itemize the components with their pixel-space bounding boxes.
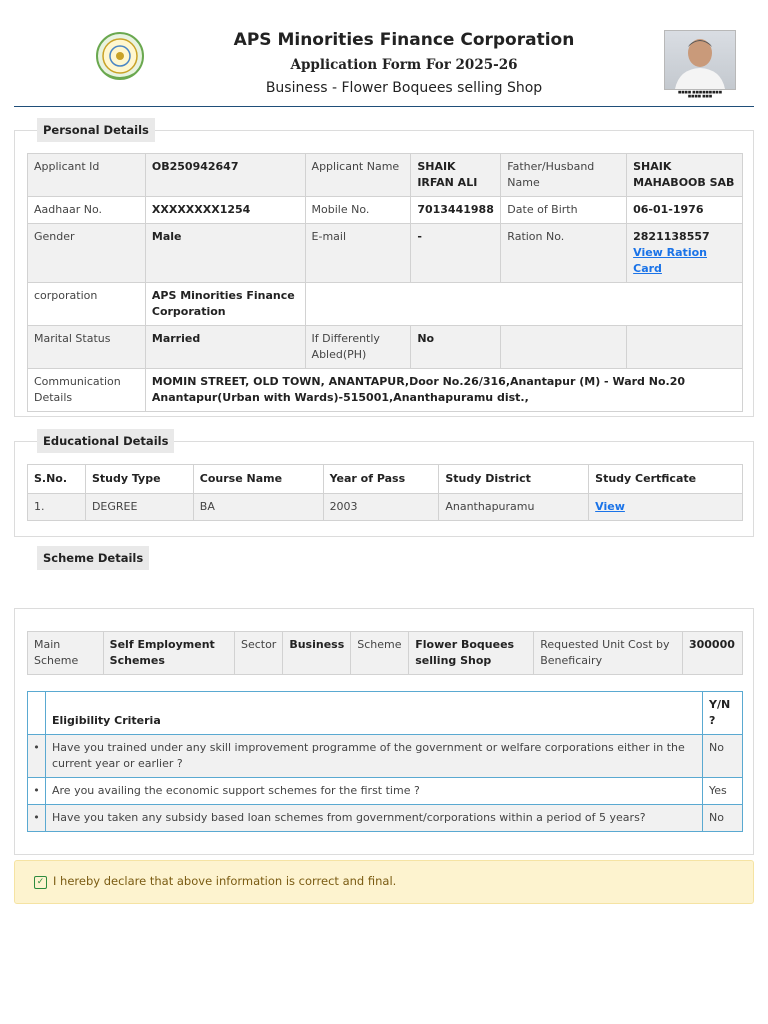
eligibility-table: Eligibility Criteria Y/N ? • Have you tr… (27, 691, 743, 832)
column-header: Study District (438, 464, 590, 494)
gender-label: Gender (27, 223, 146, 283)
scheme-label: Scheme (350, 631, 410, 675)
applicant-id-value: OB250942647 (144, 153, 306, 197)
bullet-header (27, 691, 46, 735)
bullet: • (27, 777, 46, 805)
view-certificate-link[interactable]: View (595, 500, 625, 513)
aadhaar-value: XXXXXXXX1254 (144, 196, 306, 224)
corporation-label: corporation (27, 282, 146, 326)
column-header: Year of Pass (322, 464, 440, 494)
marital-status-label: Marital Status (27, 325, 146, 369)
table-header-row: S.No. Study Type Course Name Year of Pas… (27, 464, 743, 494)
eligibility-answer: Yes (702, 777, 743, 805)
photo-caption: ■■■■ ■■■■■■■■■ ■■■■ ■■■ (677, 90, 723, 98)
sector-value: Business (282, 631, 352, 675)
year-of-pass-cell: 2003 (322, 493, 440, 521)
corporation-value: APS Minorities Finance Corporation (144, 282, 306, 326)
eligibility-question: Are you availing the economic support sc… (45, 777, 703, 805)
educational-details-panel: Educational Details S.No. Study Type Cou… (14, 429, 754, 537)
main-scheme-value: Self Employment Schemes (102, 631, 235, 675)
form-subtitle: Application Form For 2025-26 (290, 57, 518, 73)
ration-cell: 2821138557 View Ration Card (626, 223, 743, 283)
aadhaar-label: Aadhaar No. (27, 196, 146, 224)
empty-cell (304, 282, 744, 326)
mobile-label: Mobile No. (304, 196, 412, 224)
table-row: Main Scheme Self Employment Schemes Sect… (27, 631, 744, 675)
table-row: • Have you taken any subsidy based loan … (27, 804, 743, 832)
yn-header: Y/N ? (702, 691, 743, 735)
eligibility-question: Have you trained under any skill improve… (45, 734, 703, 778)
table-row: Marital Status Married If Differently Ab… (27, 325, 743, 369)
eligibility-answer: No (702, 734, 743, 778)
scheme-line: Business - Flower Boquees selling Shop (265, 80, 543, 96)
table-row: 1. DEGREE BA 2003 Ananthapuramu View (27, 493, 743, 521)
table-row: corporation APS Minorities Finance Corpo… (27, 282, 744, 326)
marital-status-value: Married (144, 325, 306, 369)
sector-label: Sector (233, 631, 284, 675)
declaration-box: ✓ I hereby declare that above informatio… (14, 860, 754, 904)
applicant-id-label: Applicant Id (27, 153, 146, 197)
ration-value: 2821138557 (633, 230, 710, 243)
column-header: Study Type (84, 464, 194, 494)
scheme-details-panel: Main Scheme Self Employment Schemes Sect… (14, 608, 754, 855)
scheme-value: Flower Boquees selling Shop (408, 631, 535, 675)
unit-cost-label: Requested Unit Cost by Beneficairy (533, 631, 683, 675)
communication-value: MOMIN STREET, OLD TOWN, ANANTAPUR,Door N… (144, 368, 744, 412)
ration-label: Ration No. (500, 223, 628, 283)
mobile-value: 7013441988 (410, 196, 502, 224)
father-name-value: SHAIK MAHABOOB SAB (626, 153, 743, 197)
educational-details-legend: Educational Details (37, 429, 175, 453)
personal-details-table: Applicant Id OB250942647 Applicant Name … (27, 153, 744, 412)
empty-cell (626, 325, 743, 369)
table-row: Communication Details MOMIN STREET, OLD … (27, 368, 744, 412)
column-header: S.No. (27, 464, 86, 494)
education-table: S.No. Study Type Course Name Year of Pas… (27, 464, 743, 521)
personal-details-panel: Personal Details Applicant Id OB25094264… (14, 118, 754, 417)
table-row: Aadhaar No. XXXXXXXX1254 Mobile No. 7013… (27, 196, 743, 224)
official-photo (664, 30, 736, 90)
sno-cell: 1. (27, 493, 86, 521)
main-scheme-label: Main Scheme (27, 631, 104, 675)
dob-label: Date of Birth (500, 196, 628, 224)
father-name-label: Father/Husband Name (500, 153, 628, 197)
declaration-checkbox[interactable]: ✓ (34, 876, 47, 889)
table-row: • Have you trained under any skill impro… (27, 734, 743, 778)
table-row: Gender Male E-mail - Ration No. 28211385… (27, 223, 743, 283)
course-name-cell: BA (192, 493, 324, 521)
study-type-cell: DEGREE (84, 493, 194, 521)
view-ration-card-link[interactable]: View Ration Card (633, 246, 707, 275)
ph-value: No (410, 325, 502, 369)
page-header: APS Minorities Finance Corporation Appli… (14, 18, 754, 107)
ph-label: If Differently Abled(PH) (304, 325, 412, 369)
column-header: Course Name (192, 464, 324, 494)
column-header: Study Certficate (588, 464, 743, 494)
eligibility-question: Have you taken any subsidy based loan sc… (45, 804, 703, 832)
scheme-table: Main Scheme Self Employment Schemes Sect… (27, 631, 744, 675)
table-header-row: Eligibility Criteria Y/N ? (27, 691, 743, 735)
declaration-text: I hereby declare that above information … (53, 874, 397, 888)
table-row: • Are you availing the economic support … (27, 777, 743, 805)
communication-label: Communication Details (27, 368, 146, 412)
eligibility-criteria-header: Eligibility Criteria (45, 691, 703, 735)
dob-value: 06-01-1976 (626, 196, 743, 224)
email-value: - (410, 223, 502, 283)
bullet: • (27, 804, 46, 832)
certificate-cell: View (588, 493, 743, 521)
eligibility-answer: No (702, 804, 743, 832)
gender-value: Male (144, 223, 306, 283)
page-title: APS Minorities Finance Corporation (233, 30, 575, 50)
email-label: E-mail (304, 223, 412, 283)
empty-cell (500, 325, 628, 369)
applicant-name-value: SHAIK IRFAN ALI (410, 153, 502, 197)
personal-details-legend: Personal Details (37, 118, 155, 142)
study-district-cell: Ananthapuramu (438, 493, 590, 521)
scheme-details-legend: Scheme Details (37, 546, 150, 570)
bullet: • (27, 734, 46, 778)
table-row: Applicant Id OB250942647 Applicant Name … (27, 153, 743, 197)
applicant-name-label: Applicant Name (304, 153, 412, 197)
unit-cost-value: 300000 (681, 631, 744, 675)
